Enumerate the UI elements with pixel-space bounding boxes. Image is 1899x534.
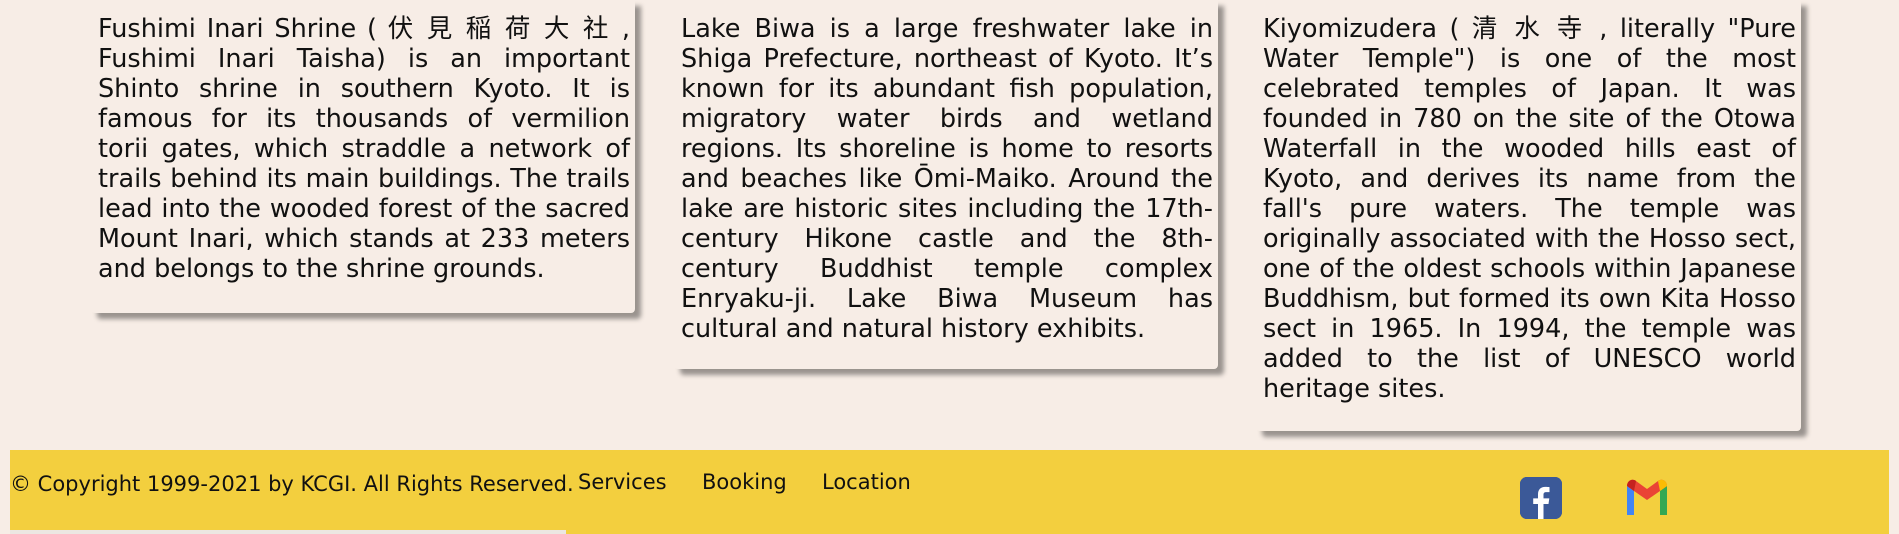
horizontal-scrollbar[interactable] xyxy=(10,530,566,534)
footer-link-booking[interactable]: Booking xyxy=(702,468,787,496)
info-card-kiyomizudera: Kiyomizudera ( 清 水 寺 , literally "Pure W… xyxy=(1256,0,1801,431)
footer-link-location[interactable]: Location xyxy=(822,468,911,496)
info-card-fushimi-inari: Fushimi Inari Shrine ( 伏 見 稲 荷 大 社 , Fus… xyxy=(91,0,635,313)
card-text: Lake Biwa is a large freshwater lake in … xyxy=(681,14,1213,344)
site-footer: © Copyright 1999-2021 by KCGI. All Right… xyxy=(10,450,1889,534)
footer-link-services[interactable]: Services xyxy=(578,468,667,496)
facebook-icon[interactable] xyxy=(1520,477,1562,519)
copyright-text: © Copyright 1999-2021 by KCGI. All Right… xyxy=(10,472,574,496)
card-text: Kiyomizudera ( 清 水 寺 , literally "Pure W… xyxy=(1263,14,1796,404)
info-card-lake-biwa: Lake Biwa is a large freshwater lake in … xyxy=(674,0,1218,369)
gmail-icon[interactable] xyxy=(1624,478,1670,516)
card-text: Fushimi Inari Shrine ( 伏 見 稲 荷 大 社 , Fus… xyxy=(98,14,630,284)
